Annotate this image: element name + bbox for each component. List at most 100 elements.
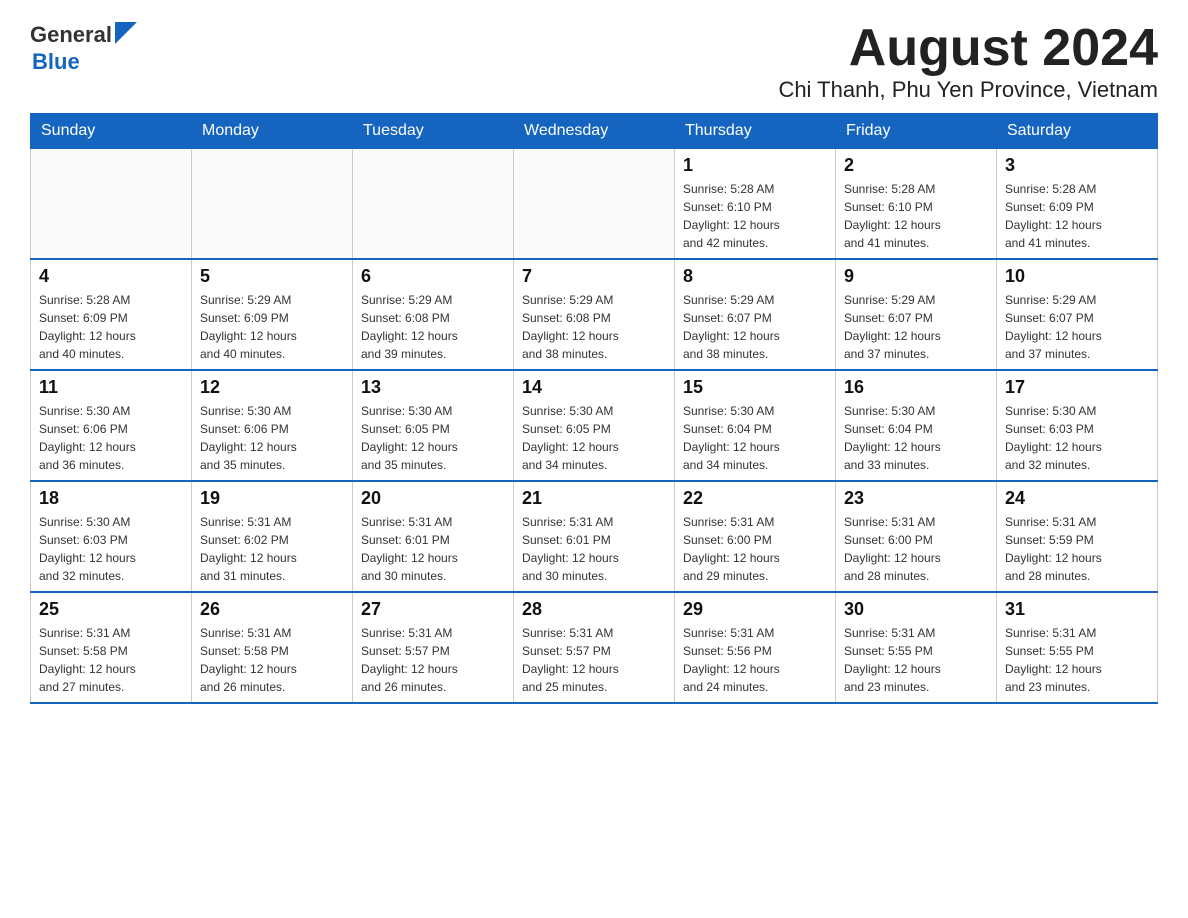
day-number: 21 xyxy=(522,488,666,509)
calendar-header-day-sunday: Sunday xyxy=(31,114,192,149)
day-info: Sunrise: 5:29 AMSunset: 6:09 PMDaylight:… xyxy=(200,291,344,363)
calendar-header-day-tuesday: Tuesday xyxy=(353,114,514,149)
day-info: Sunrise: 5:31 AMSunset: 5:58 PMDaylight:… xyxy=(200,624,344,696)
calendar-cell: 20 Sunrise: 5:31 AMSunset: 6:01 PMDayligh… xyxy=(353,481,514,592)
calendar-table: SundayMondayTuesdayWednesdayThursdayFrid… xyxy=(30,113,1158,704)
logo-triangle-icon xyxy=(115,22,137,44)
calendar-week-row: 11 Sunrise: 5:30 AMSunset: 6:06 PMDayligh… xyxy=(31,370,1158,481)
calendar-header-day-thursday: Thursday xyxy=(675,114,836,149)
day-info: Sunrise: 5:31 AMSunset: 6:01 PMDaylight:… xyxy=(522,513,666,585)
calendar-cell: 24Sunrise: 5:31 AMSunset: 5:59 PMDayligh… xyxy=(997,481,1158,592)
calendar-cell: 28 Sunrise: 5:31 AMSunset: 5:57 PMDayligh… xyxy=(514,592,675,703)
day-info: Sunrise: 5:31 AMSunset: 6:00 PMDaylight:… xyxy=(844,513,988,585)
calendar-cell: 27 Sunrise: 5:31 AMSunset: 5:57 PMDayligh… xyxy=(353,592,514,703)
day-number: 28 xyxy=(522,599,666,620)
day-info: Sunrise: 5:31 AMSunset: 6:00 PMDaylight:… xyxy=(683,513,827,585)
day-number: 3 xyxy=(1005,155,1149,176)
day-info: Sunrise: 5:30 AMSunset: 6:03 PMDaylight:… xyxy=(39,513,183,585)
calendar-cell xyxy=(514,149,675,260)
calendar-cell: 18 Sunrise: 5:30 AMSunset: 6:03 PMDayligh… xyxy=(31,481,192,592)
day-number: 30 xyxy=(844,599,988,620)
calendar-cell xyxy=(353,149,514,260)
calendar-cell: 26 Sunrise: 5:31 AMSunset: 5:58 PMDayligh… xyxy=(192,592,353,703)
calendar-header-day-saturday: Saturday xyxy=(997,114,1158,149)
day-number: 10 xyxy=(1005,266,1149,287)
logo-general-text: General xyxy=(30,22,112,48)
day-number: 26 xyxy=(200,599,344,620)
day-info: Sunrise: 5:28 AMSunset: 6:09 PMDaylight:… xyxy=(39,291,183,363)
calendar-cell: 19Sunrise: 5:31 AMSunset: 6:02 PMDayligh… xyxy=(192,481,353,592)
day-info: Sunrise: 5:31 AMSunset: 5:59 PMDaylight:… xyxy=(1005,513,1149,585)
calendar-week-row: 25 Sunrise: 5:31 AMSunset: 5:58 PMDayligh… xyxy=(31,592,1158,703)
calendar-header-row: SundayMondayTuesdayWednesdayThursdayFrid… xyxy=(31,114,1158,149)
calendar-cell: 17Sunrise: 5:30 AMSunset: 6:03 PMDayligh… xyxy=(997,370,1158,481)
day-info: Sunrise: 5:29 AMSunset: 6:07 PMDaylight:… xyxy=(844,291,988,363)
day-number: 11 xyxy=(39,377,183,398)
day-info: Sunrise: 5:31 AMSunset: 5:55 PMDaylight:… xyxy=(1005,624,1149,696)
day-number: 2 xyxy=(844,155,988,176)
day-number: 18 xyxy=(39,488,183,509)
calendar-cell: 23Sunrise: 5:31 AMSunset: 6:00 PMDayligh… xyxy=(836,481,997,592)
day-info: Sunrise: 5:29 AMSunset: 6:07 PMDaylight:… xyxy=(683,291,827,363)
day-number: 25 xyxy=(39,599,183,620)
calendar-cell: 2 Sunrise: 5:28 AMSunset: 6:10 PMDaylight… xyxy=(836,149,997,260)
day-info: Sunrise: 5:30 AMSunset: 6:06 PMDaylight:… xyxy=(39,402,183,474)
day-info: Sunrise: 5:30 AMSunset: 6:06 PMDaylight:… xyxy=(200,402,344,474)
day-number: 12 xyxy=(200,377,344,398)
day-number: 8 xyxy=(683,266,827,287)
day-number: 6 xyxy=(361,266,505,287)
day-info: Sunrise: 5:28 AMSunset: 6:09 PMDaylight:… xyxy=(1005,180,1149,252)
calendar-cell: 5 Sunrise: 5:29 AMSunset: 6:09 PMDaylight… xyxy=(192,259,353,370)
day-number: 27 xyxy=(361,599,505,620)
day-info: Sunrise: 5:31 AMSunset: 5:58 PMDaylight:… xyxy=(39,624,183,696)
day-info: Sunrise: 5:31 AMSunset: 5:56 PMDaylight:… xyxy=(683,624,827,696)
page-header: General Blue August 2024 Chi Thanh, Phu … xyxy=(30,20,1158,103)
day-info: Sunrise: 5:29 AMSunset: 6:08 PMDaylight:… xyxy=(522,291,666,363)
day-info: Sunrise: 5:29 AMSunset: 6:07 PMDaylight:… xyxy=(1005,291,1149,363)
day-number: 16 xyxy=(844,377,988,398)
calendar-cell: 22Sunrise: 5:31 AMSunset: 6:00 PMDayligh… xyxy=(675,481,836,592)
calendar-cell: 3 Sunrise: 5:28 AMSunset: 6:09 PMDaylight… xyxy=(997,149,1158,260)
calendar-cell: 10 Sunrise: 5:29 AMSunset: 6:07 PMDayligh… xyxy=(997,259,1158,370)
day-info: Sunrise: 5:29 AMSunset: 6:08 PMDaylight:… xyxy=(361,291,505,363)
calendar-cell: 29 Sunrise: 5:31 AMSunset: 5:56 PMDayligh… xyxy=(675,592,836,703)
day-number: 15 xyxy=(683,377,827,398)
calendar-cell: 31Sunrise: 5:31 AMSunset: 5:55 PMDayligh… xyxy=(997,592,1158,703)
calendar-week-row: 4 Sunrise: 5:28 AMSunset: 6:09 PMDaylight… xyxy=(31,259,1158,370)
day-number: 1 xyxy=(683,155,827,176)
calendar-cell: 8 Sunrise: 5:29 AMSunset: 6:07 PMDaylight… xyxy=(675,259,836,370)
calendar-cell: 14Sunrise: 5:30 AMSunset: 6:05 PMDayligh… xyxy=(514,370,675,481)
calendar-cell xyxy=(192,149,353,260)
calendar-cell: 21 Sunrise: 5:31 AMSunset: 6:01 PMDayligh… xyxy=(514,481,675,592)
calendar-cell: 30 Sunrise: 5:31 AMSunset: 5:55 PMDayligh… xyxy=(836,592,997,703)
day-info: Sunrise: 5:28 AMSunset: 6:10 PMDaylight:… xyxy=(844,180,988,252)
day-info: Sunrise: 5:28 AMSunset: 6:10 PMDaylight:… xyxy=(683,180,827,252)
calendar-cell: 16 Sunrise: 5:30 AMSunset: 6:04 PMDayligh… xyxy=(836,370,997,481)
day-info: Sunrise: 5:30 AMSunset: 6:03 PMDaylight:… xyxy=(1005,402,1149,474)
day-info: Sunrise: 5:30 AMSunset: 6:04 PMDaylight:… xyxy=(844,402,988,474)
calendar-cell: 15 Sunrise: 5:30 AMSunset: 6:04 PMDayligh… xyxy=(675,370,836,481)
calendar-cell: 7Sunrise: 5:29 AMSunset: 6:08 PMDaylight… xyxy=(514,259,675,370)
day-info: Sunrise: 5:31 AMSunset: 6:01 PMDaylight:… xyxy=(361,513,505,585)
day-number: 20 xyxy=(361,488,505,509)
day-number: 5 xyxy=(200,266,344,287)
calendar-cell: 13Sunrise: 5:30 AMSunset: 6:05 PMDayligh… xyxy=(353,370,514,481)
calendar-cell: 25 Sunrise: 5:31 AMSunset: 5:58 PMDayligh… xyxy=(31,592,192,703)
day-number: 13 xyxy=(361,377,505,398)
calendar-cell xyxy=(31,149,192,260)
day-info: Sunrise: 5:31 AMSunset: 5:57 PMDaylight:… xyxy=(361,624,505,696)
calendar-cell: 4 Sunrise: 5:28 AMSunset: 6:09 PMDaylight… xyxy=(31,259,192,370)
day-info: Sunrise: 5:31 AMSunset: 5:57 PMDaylight:… xyxy=(522,624,666,696)
page-title: August 2024 xyxy=(778,20,1158,77)
calendar-cell: 11 Sunrise: 5:30 AMSunset: 6:06 PMDayligh… xyxy=(31,370,192,481)
calendar-week-row: 18 Sunrise: 5:30 AMSunset: 6:03 PMDayligh… xyxy=(31,481,1158,592)
title-block: August 2024 Chi Thanh, Phu Yen Province,… xyxy=(778,20,1158,103)
day-number: 19 xyxy=(200,488,344,509)
day-info: Sunrise: 5:31 AMSunset: 5:55 PMDaylight:… xyxy=(844,624,988,696)
day-number: 29 xyxy=(683,599,827,620)
day-info: Sunrise: 5:30 AMSunset: 6:04 PMDaylight:… xyxy=(683,402,827,474)
day-number: 4 xyxy=(39,266,183,287)
calendar-week-row: 1 Sunrise: 5:28 AMSunset: 6:10 PMDaylight… xyxy=(31,149,1158,260)
day-number: 9 xyxy=(844,266,988,287)
page-subtitle: Chi Thanh, Phu Yen Province, Vietnam xyxy=(778,77,1158,103)
